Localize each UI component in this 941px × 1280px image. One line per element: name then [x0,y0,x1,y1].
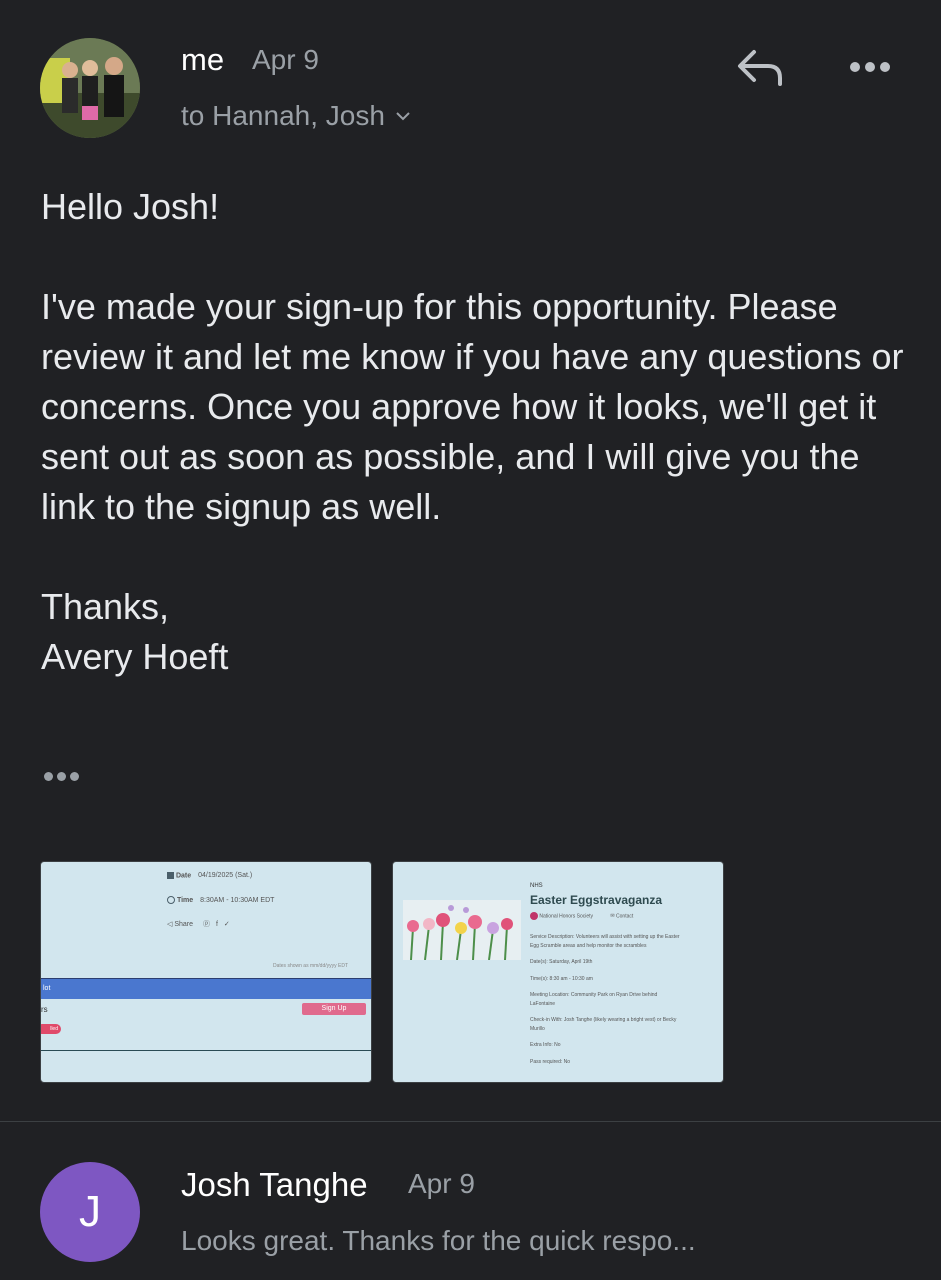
sender-avatar[interactable] [40,38,140,138]
signature: Avery Hoeft [41,636,229,677]
reply-sender-name[interactable]: Josh Tanghe [181,1166,368,1204]
reply-date: Apr 9 [408,1168,475,1199]
tulip-image [403,900,521,960]
chevron-down-icon [396,112,410,121]
greeting: Hello Josh! [41,186,220,227]
body-paragraph: I've made your sign-up for this opportun… [41,286,904,527]
date-row: Date 04/19/2025 (Sat.) [167,872,252,879]
more-horizontal-icon [850,62,890,72]
event-title: Easter Eggstravaganza [530,893,663,907]
event-details: Service Description: Volunteers will ass… [530,934,680,1065]
closing: Thanks, [41,586,170,627]
dates-note: Dates shown as mm/dd/yyyy EDT [273,963,349,969]
slot-row-label: rs [41,1005,48,1014]
pinterest-icon: ⓟ [202,921,210,928]
attachment-thumbnail-1[interactable]: Date 04/19/2025 (Sat.) Time 8:30AM - 10:… [40,861,372,1083]
reply-snippet[interactable]: Looks great. Thanks for the quick respo.… [181,1225,696,1257]
twitter-icon: ✓ [223,921,230,928]
clock-icon [167,896,175,904]
reply-sender-avatar[interactable]: J [40,1162,140,1262]
more-options-button[interactable] [846,52,894,82]
reply-icon [738,50,782,86]
mail-icon: ✉ [610,913,615,920]
filled-badge: lled [41,1024,61,1034]
share-row: ◁ Share ⓟ f ✓ [167,921,230,928]
sign-up-button: Sign Up [302,1003,366,1015]
org-logo-icon [530,912,538,920]
time-row: Time 8:30AM - 10:30AM EDT [167,896,274,904]
reply-button[interactable] [734,46,786,90]
org-row: National Honors Society ✉ Contact [530,912,633,920]
recipients-toggle[interactable]: to Hannah, Josh [181,100,411,132]
calendar-icon [167,872,174,879]
sender-name: me [181,42,225,77]
table-divider [41,1050,371,1051]
slot-header-bar: lot [41,978,371,999]
attachment-thumbnail-2[interactable]: NHS Easter Eggstravaganza National Honor… [392,861,724,1083]
facebook-icon: f [215,921,218,928]
thread-divider [0,1121,941,1122]
org-label: NHS [530,883,543,889]
recipients-label: to Hannah, Josh [181,100,385,131]
message-body: Hello Josh! I've made your sign-up for t… [41,182,911,682]
megaphone-icon: ◁ [167,921,173,928]
message-date: Apr 9 [252,44,319,75]
show-quoted-text-button[interactable] [44,768,83,786]
